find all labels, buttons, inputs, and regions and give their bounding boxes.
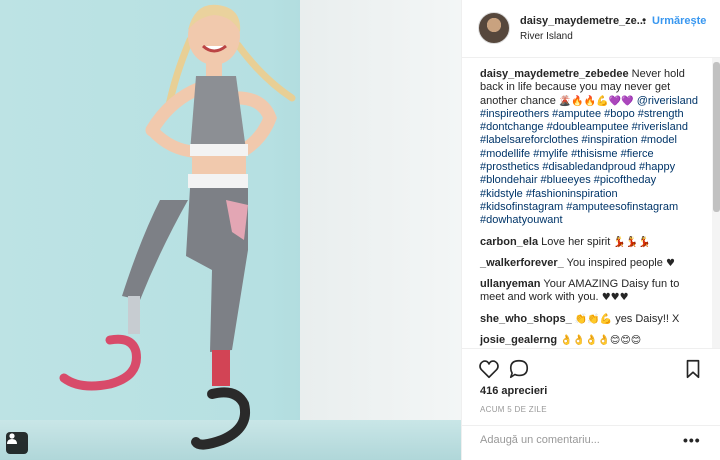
comment-user[interactable]: she_who_shops_ bbox=[480, 313, 572, 325]
post-header: daisy_maydemetre_ze... • Urmărește River… bbox=[462, 0, 720, 58]
more-options-icon[interactable]: ••• bbox=[683, 432, 701, 448]
post-caption: daisy_maydemetre_zebedee Never hold back… bbox=[480, 68, 700, 228]
comment-text: Love her spirit bbox=[541, 235, 611, 248]
comment-user[interactable]: josie_gealerng bbox=[480, 334, 557, 346]
post-timestamp: ACUM 5 DE ZILE bbox=[480, 405, 547, 414]
caption-hashtags[interactable]: @riverisland #inspireothers #amputee #bo… bbox=[480, 95, 698, 227]
post-sidebar: daisy_maydemetre_ze... • Urmărește River… bbox=[461, 0, 720, 460]
comment-item: ullanyeman Your AMAZING Daisy fun to mee… bbox=[480, 278, 700, 305]
comment-icon[interactable] bbox=[508, 358, 530, 380]
caption-author[interactable]: daisy_maydemetre_zebedee bbox=[480, 68, 629, 80]
post-username[interactable]: daisy_maydemetre_ze... bbox=[520, 15, 646, 27]
heart-icon[interactable] bbox=[478, 358, 500, 380]
post-photo[interactable] bbox=[0, 0, 461, 460]
post-actions: 416 aprecieri ACUM 5 DE ZILE bbox=[462, 348, 720, 428]
add-comment-bar: ••• bbox=[462, 425, 720, 460]
caption-emojis: 🌋🔥🔥💪💜💜 bbox=[558, 95, 634, 107]
user-tag-icon[interactable] bbox=[6, 432, 28, 454]
avatar[interactable] bbox=[478, 12, 510, 44]
comment-emoji: ♥ bbox=[665, 257, 675, 269]
comment-emoji: 👏👏💪 bbox=[574, 313, 613, 325]
comment-item: carbon_ela Love her spirit 💃💃💃 bbox=[480, 236, 700, 249]
comment-item: she_who_shops_ 👏👏💪 yes Daisy!! X bbox=[480, 313, 700, 326]
comment-text: You inspired people bbox=[566, 256, 663, 269]
comment-text: yes Daisy!! X bbox=[615, 312, 680, 325]
comments-list[interactable]: daisy_maydemetre_zebedee Never hold back… bbox=[462, 58, 712, 348]
comment-user[interactable]: carbon_ela bbox=[480, 236, 538, 248]
comment-emoji: 👌👌👌👌😊😊😊 bbox=[560, 335, 642, 347]
comments-scrollbar-thumb[interactable] bbox=[713, 62, 720, 212]
comment-emoji: ♥♥♥ bbox=[601, 292, 629, 304]
comment-item: josie_gealerng 👌👌👌👌😊😊😊 bbox=[480, 334, 700, 347]
bookmark-icon[interactable] bbox=[682, 358, 704, 380]
follow-button[interactable]: Urmărește bbox=[652, 15, 706, 27]
likes-count[interactable]: 416 aprecieri bbox=[480, 385, 547, 397]
comment-user[interactable]: _walkerforever_ bbox=[480, 257, 564, 269]
comment-item: _walkerforever_ You inspired people ♥ bbox=[480, 257, 700, 270]
follow-separator: • bbox=[642, 13, 647, 27]
post-location[interactable]: River Island bbox=[520, 31, 573, 42]
comment-user[interactable]: ullanyeman bbox=[480, 278, 541, 290]
girl-illustration bbox=[59, 4, 296, 450]
comment-input[interactable] bbox=[480, 434, 680, 446]
comment-emoji: 💃💃💃 bbox=[613, 236, 651, 248]
